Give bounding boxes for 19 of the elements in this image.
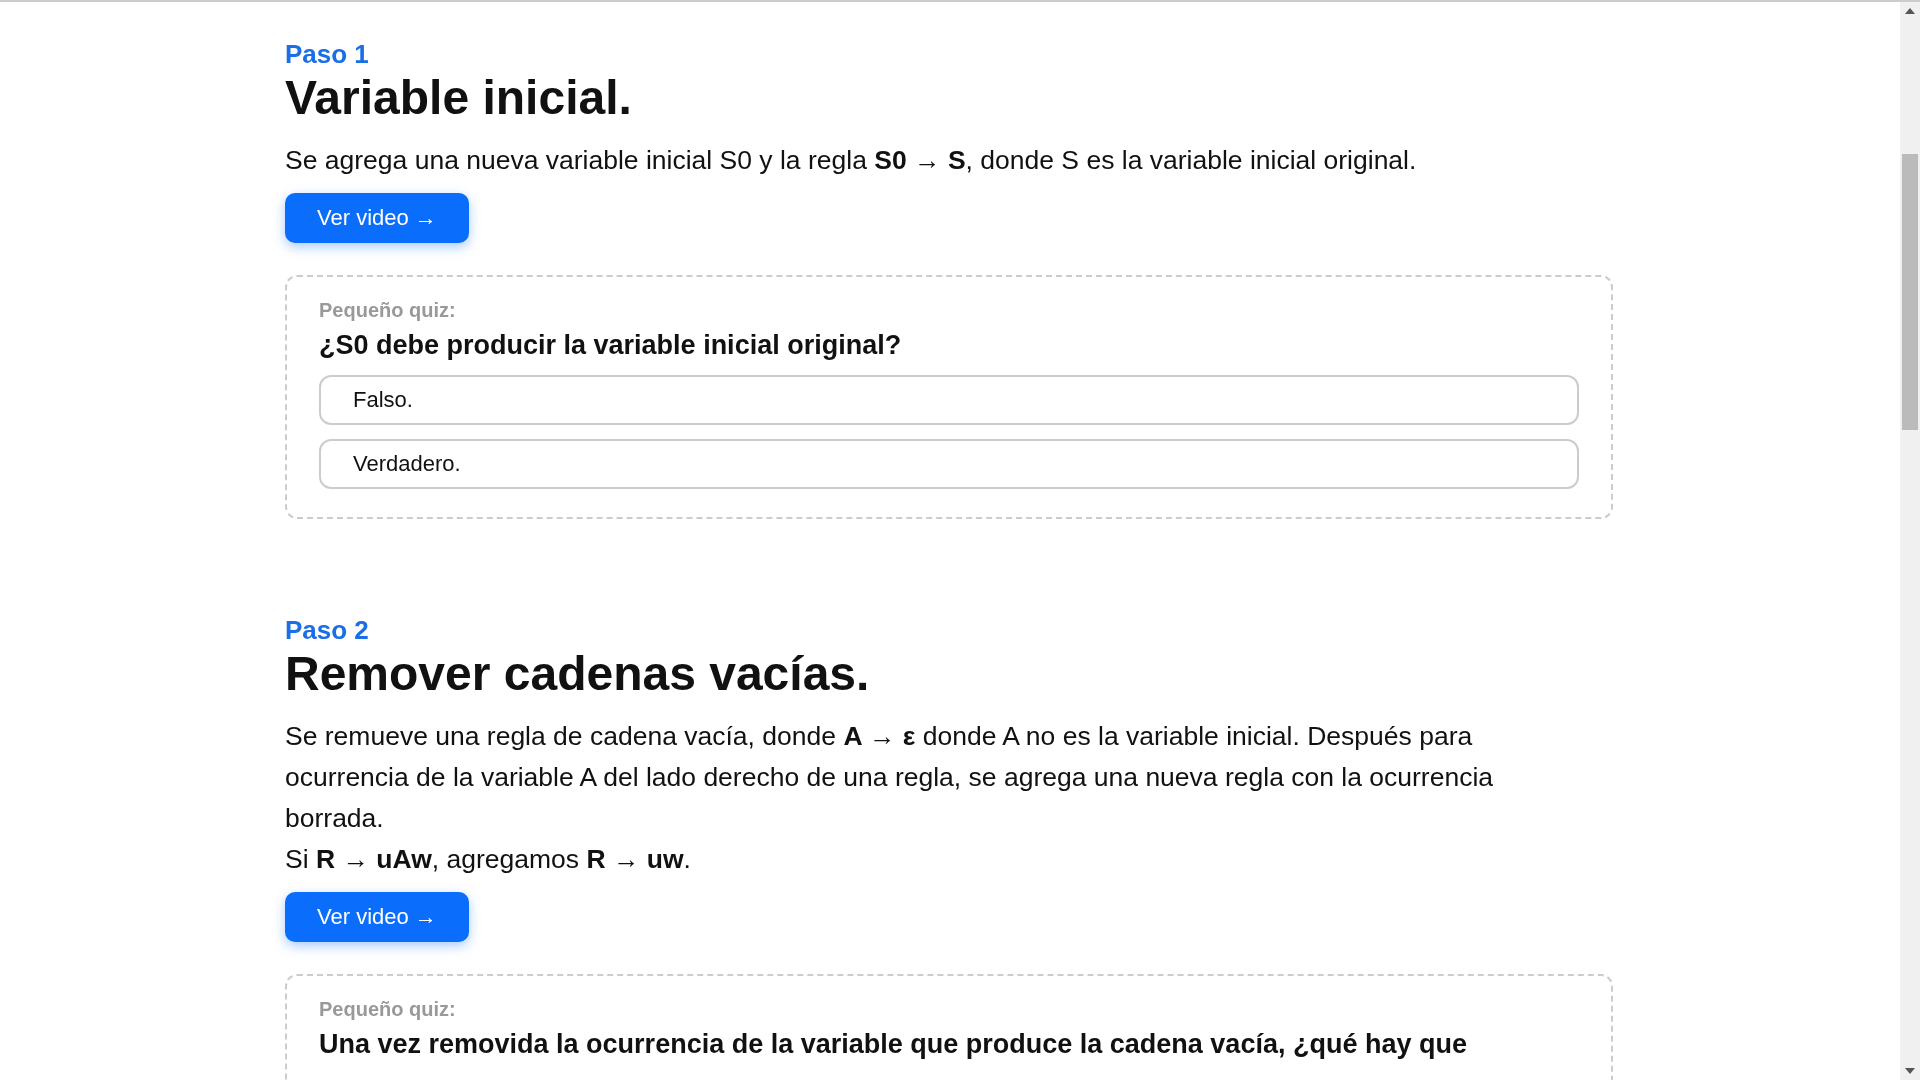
quiz-label: Pequeño quiz:	[319, 298, 457, 323]
scroll-down-icon[interactable]	[1905, 1068, 1915, 1074]
scrollbar[interactable]	[1900, 2, 1920, 1080]
quiz-question: Una vez removida la ocurrencia de la variable que produce la cadena vacía, ¿qué hay que	[319, 1028, 1468, 1061]
step-label: Paso 2	[285, 614, 370, 646]
answer-option[interactable]: Verdadero.	[319, 439, 1579, 489]
quiz-question: ¿S0 debe producir la variable inicial original?	[319, 329, 903, 362]
step-description: Si R → uAw, agregamos R → uw.	[285, 843, 692, 876]
quiz-label: Pequeño quiz:	[319, 997, 457, 1022]
step-description: Se agrega una nueva variable inicial S0 y la regla S0 → S, donde S es la variable inicial original.	[285, 144, 1418, 177]
step-title: Remover cadenas vacías.	[285, 646, 871, 702]
video-button[interactable]: Ver video →	[285, 193, 469, 243]
video-button[interactable]: Ver video →	[285, 892, 469, 942]
scroll-up-icon[interactable]	[1905, 8, 1915, 14]
scrollbar-thumb[interactable]	[1902, 154, 1918, 430]
step-description: Se remueve una regla de cadena vacía, donde A → ε donde A no es la variable inicial. Después para ocurrencia de la variable A del lado derecho de una regla, se agrega una nueva regla con la ocurrencia borrada.	[285, 720, 1495, 835]
step-title: Variable inicial.	[285, 70, 633, 126]
step-label: Paso 1	[285, 38, 370, 70]
answer-option[interactable]: Falso.	[319, 375, 1579, 425]
